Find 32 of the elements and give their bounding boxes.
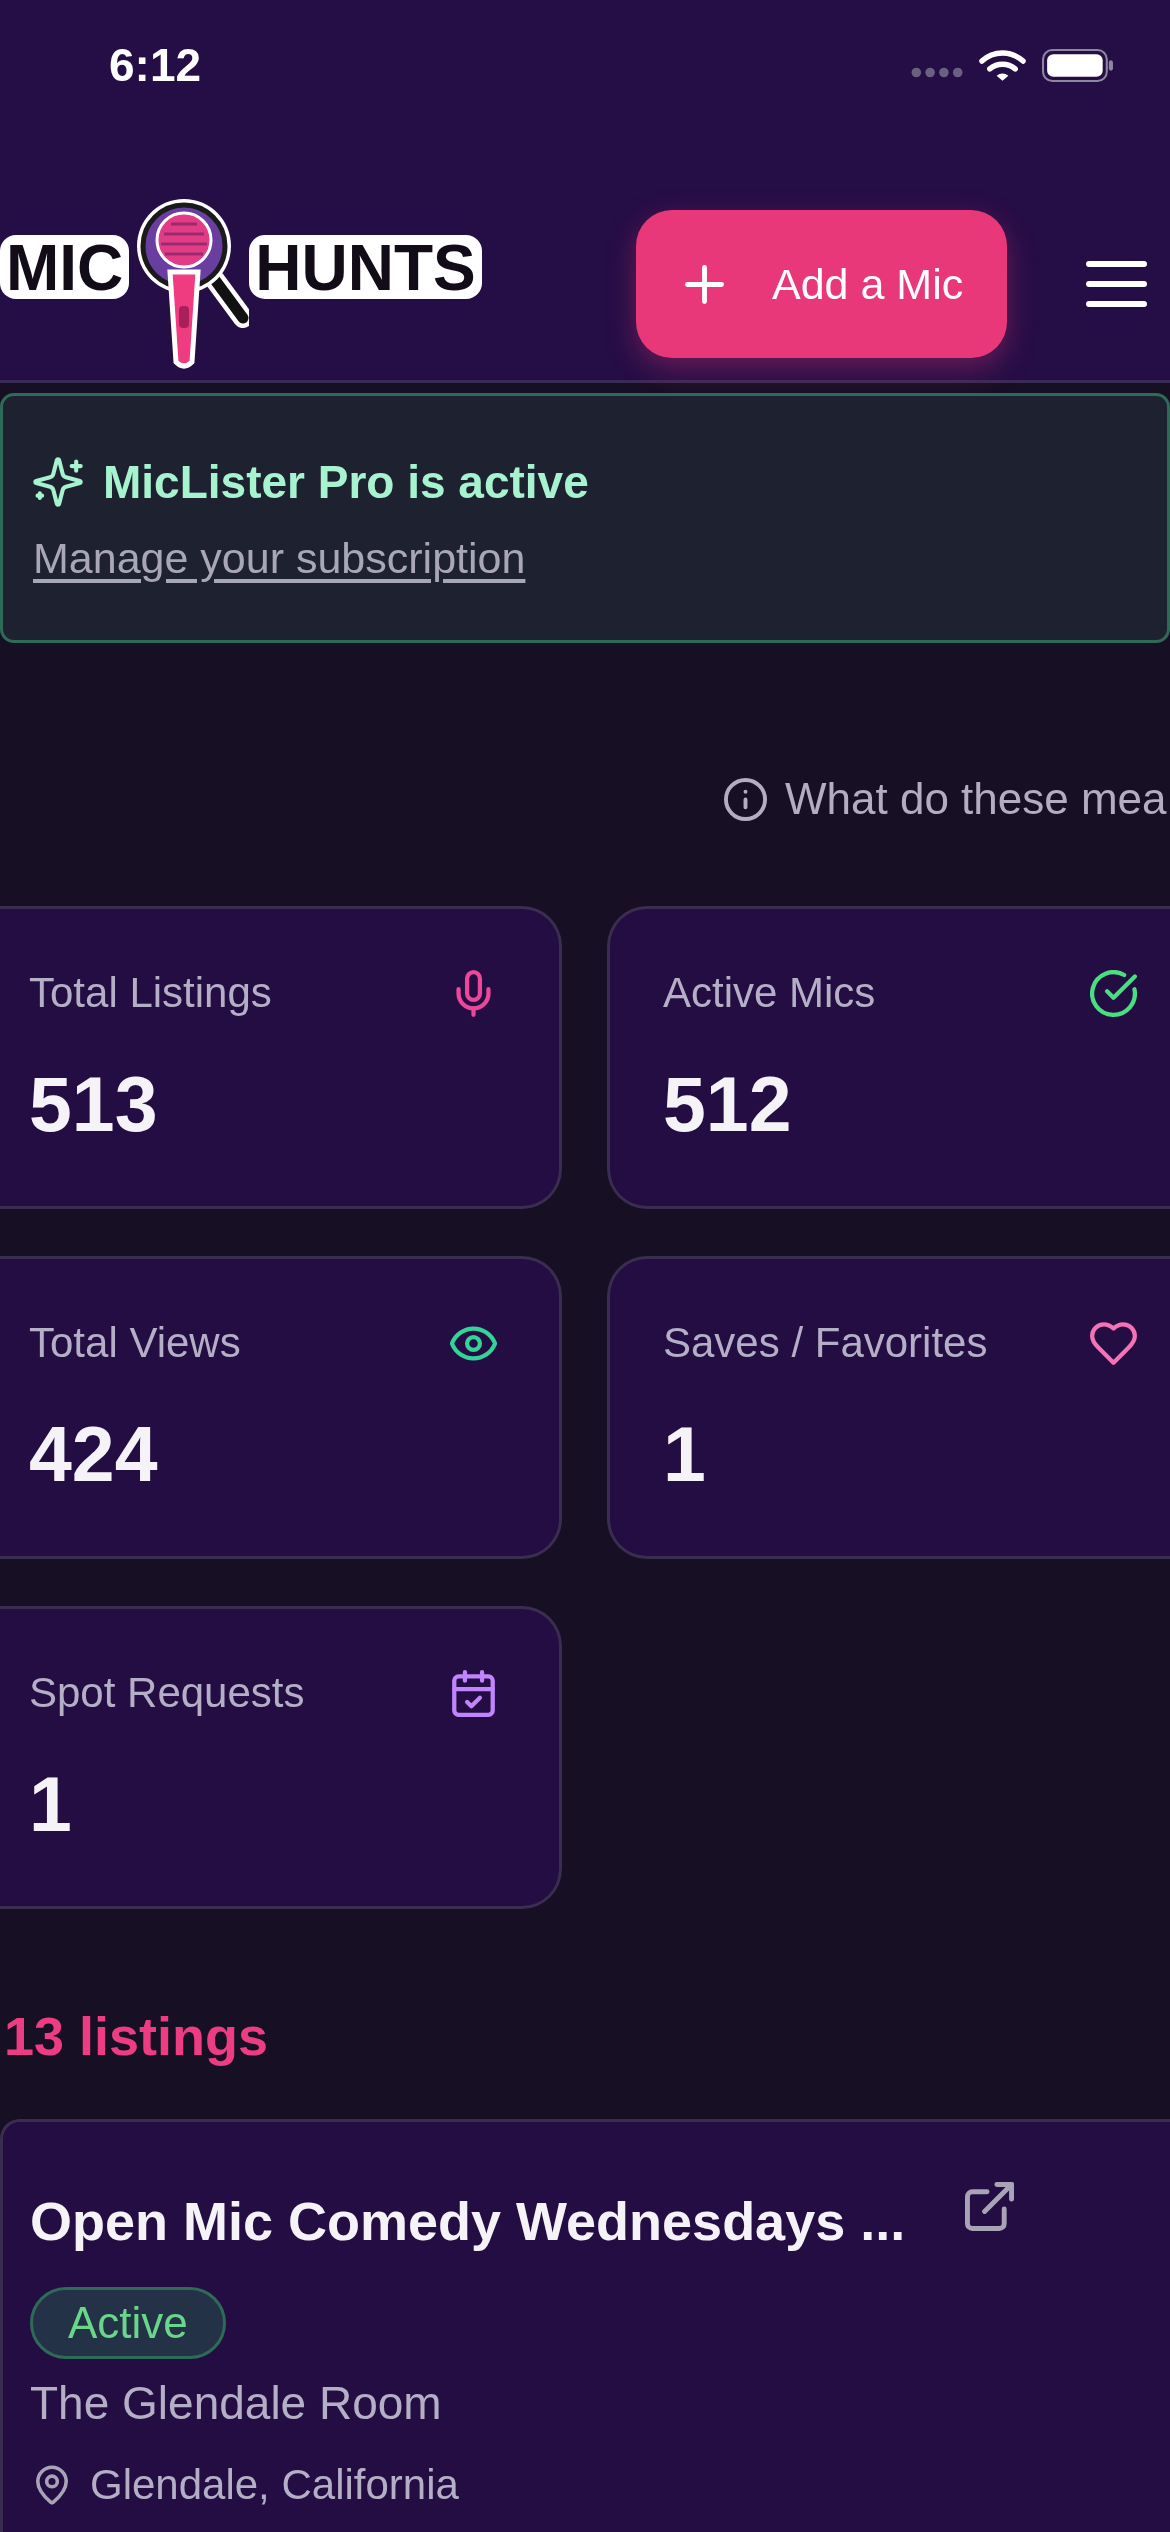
battery-icon [1042, 48, 1114, 82]
stat-label: Active Mics [663, 968, 876, 1018]
listings-count: 13 listings [4, 2005, 269, 2068]
stat-label: Saves / Favorites [663, 1318, 988, 1368]
stat-value: 512 [663, 1060, 792, 1149]
external-link-icon[interactable] [965, 2181, 1015, 2231]
status-time: 6:12 [109, 42, 202, 88]
logo-text: HUNTS [249, 235, 482, 299]
stat-value: 1 [663, 1410, 706, 1499]
stat-value: 424 [29, 1410, 158, 1499]
status-badge: Active [30, 2287, 226, 2359]
venue-name: The Glendale Room [30, 2376, 442, 2431]
help-link[interactable]: What do these mea [724, 771, 1167, 827]
stat-label: Total Listings [29, 968, 272, 1018]
listing-card[interactable]: Open Mic Comedy Wednesdays ... Active The Glendale Room Glendale, California [0, 2119, 1170, 2532]
banner-title: MicLister Pro is active [103, 455, 589, 510]
stat-label: Total Views [29, 1318, 241, 1368]
stat-label: Spot Requests [29, 1668, 305, 1718]
stat-value: 513 [29, 1060, 158, 1149]
menu-icon[interactable] [1086, 261, 1147, 307]
listing-title: Open Mic Comedy Wednesdays ... [30, 2190, 906, 2253]
plus-icon [685, 264, 724, 304]
map-pin-icon [36, 2465, 68, 2505]
logo-text: MIC [0, 235, 130, 299]
location-text: Glendale, California [90, 2460, 459, 2510]
sparkle-icon [33, 457, 83, 507]
cellular-signal-icon [911, 66, 963, 78]
stat-value: 1 [29, 1760, 72, 1849]
wifi-icon [979, 48, 1026, 82]
subscription-link[interactable]: Manage your subscription [33, 532, 526, 584]
add-mic-button[interactable]: Add a Mic [636, 210, 1007, 358]
info-icon [724, 777, 767, 821]
